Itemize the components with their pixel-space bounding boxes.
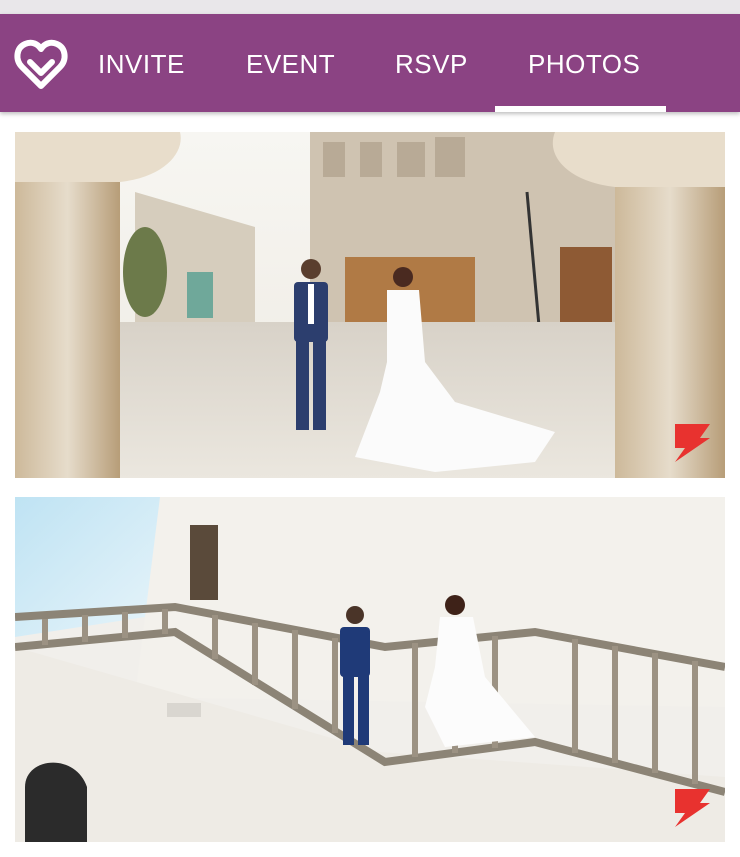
tab-event[interactable]: EVENT xyxy=(246,44,335,84)
gallery-photo-courtyard[interactable] xyxy=(15,132,725,478)
tab-photos[interactable]: PHOTOS xyxy=(528,44,640,84)
active-tab-indicator xyxy=(495,106,666,112)
heart-location-pin-icon xyxy=(14,39,68,89)
tab-invite[interactable]: INVITE xyxy=(98,44,185,84)
tab-rsvp[interactable]: RSVP xyxy=(395,44,468,84)
status-bar-strip xyxy=(0,0,740,14)
app-logo[interactable] xyxy=(12,34,70,92)
gallery-photo-staircase[interactable] xyxy=(15,497,725,842)
top-navigation-bar: INVITE EVENT RSVP PHOTOS xyxy=(0,14,740,112)
